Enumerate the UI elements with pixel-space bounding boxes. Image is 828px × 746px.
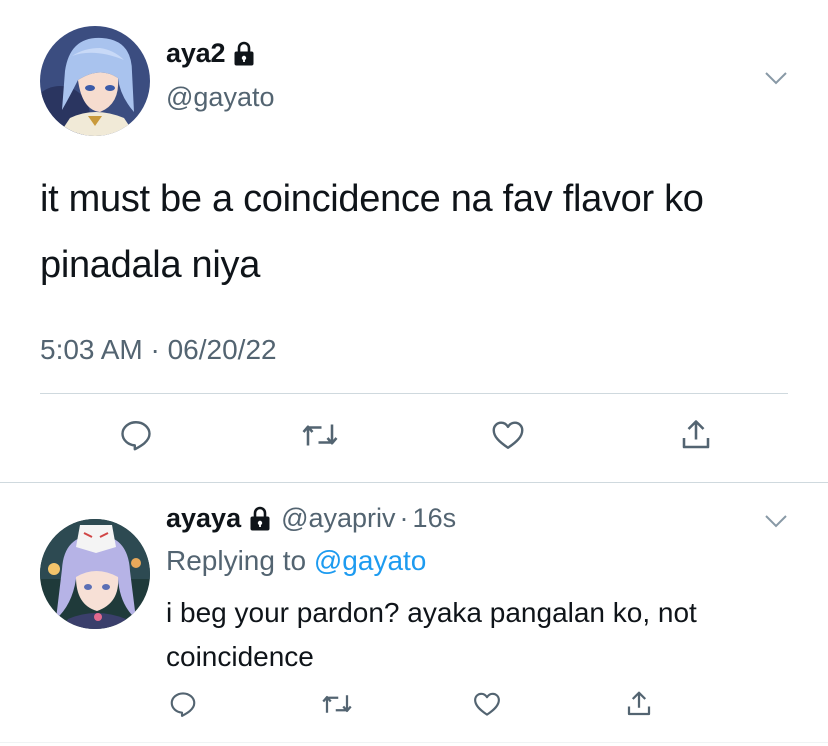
reply-tweet: ayaya @ayapriv · 16s Replying to @gayato…	[0, 483, 828, 746]
reply-text: i beg your pardon? ayaka pangalan ko, no…	[166, 597, 697, 672]
lock-icon	[233, 41, 255, 67]
separator: ·	[399, 503, 409, 533]
retweet-icon[interactable]	[298, 415, 342, 455]
display-name[interactable]: aya2	[166, 38, 225, 69]
avatar[interactable]	[40, 26, 150, 136]
share-icon[interactable]	[676, 415, 716, 455]
main-tweet: aya2 @gayato it must be a coincidence na…	[0, 0, 828, 482]
avatar[interactable]	[40, 519, 150, 629]
chevron-down-icon[interactable]	[764, 70, 788, 86]
retweet-icon[interactable]	[318, 687, 356, 721]
tweet-text: it must be a coincidence na fav flavor k…	[40, 178, 704, 286]
reply-icon[interactable]	[116, 415, 156, 455]
reply-time[interactable]: 16s	[413, 503, 457, 534]
reply-icon[interactable]	[166, 687, 200, 721]
user-handle[interactable]: @ayapriv	[281, 503, 395, 534]
replying-to-line: Replying to @gayato	[166, 545, 426, 577]
reply-actions	[0, 687, 828, 723]
like-icon[interactable]	[488, 415, 528, 455]
tweet-timestamp[interactable]: 5:03 AM · 06/20/22	[40, 334, 277, 366]
divider	[40, 393, 788, 394]
user-handle[interactable]: @gayato	[166, 82, 274, 113]
share-icon[interactable]	[622, 687, 656, 721]
reply-header: ayaya @ayapriv · 16s	[166, 503, 456, 534]
user-name-row: aya2	[166, 38, 255, 69]
chevron-down-icon[interactable]	[764, 513, 788, 529]
divider	[0, 742, 828, 743]
mention-link[interactable]: @gayato	[314, 545, 427, 576]
like-icon[interactable]	[470, 687, 504, 721]
lock-icon	[249, 506, 271, 532]
tweet-actions	[0, 415, 828, 459]
replying-prefix: Replying to	[166, 545, 314, 576]
display-name[interactable]: ayaya	[166, 503, 241, 534]
